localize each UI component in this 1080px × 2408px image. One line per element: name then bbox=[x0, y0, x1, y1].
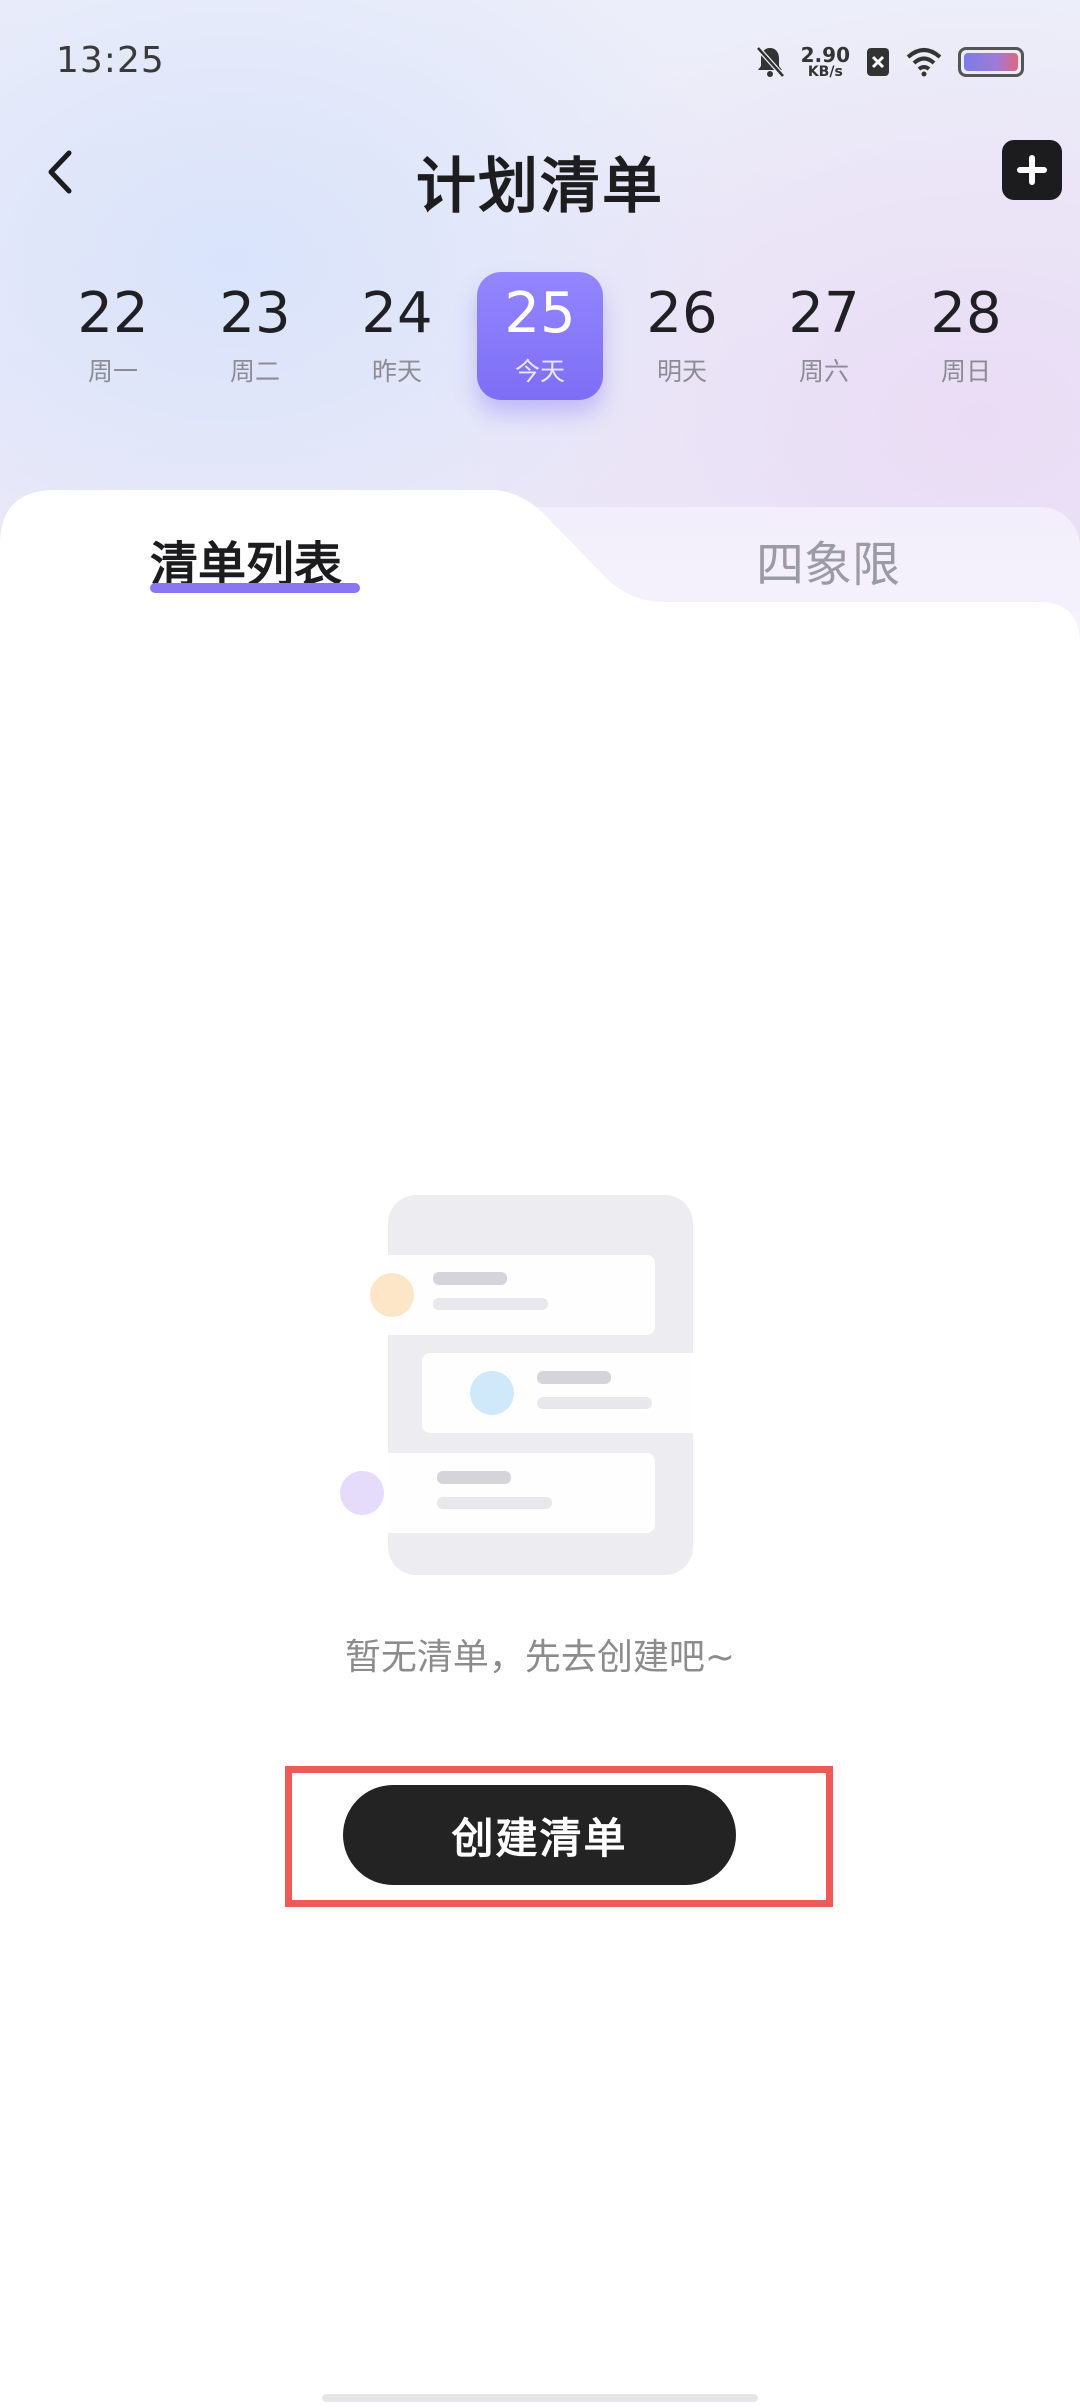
date-day: 28 bbox=[930, 281, 1002, 346]
date-strip: 22 周一 23 周二 24 昨天 25 今天 26 明天 27 周六 28 周… bbox=[0, 272, 1080, 412]
tab-bar: 清单列表 四象限 bbox=[0, 485, 1080, 685]
date-item-25-selected[interactable]: 25 今天 bbox=[477, 272, 603, 400]
battery-level bbox=[964, 53, 1018, 71]
page-title: 计划清单 bbox=[416, 152, 664, 222]
date-day: 25 bbox=[504, 281, 576, 346]
empty-state-message: 暂无清单，先去创建吧~ bbox=[344, 1637, 736, 1678]
date-item-27[interactable]: 27 周六 bbox=[761, 272, 887, 400]
date-weekday: 周一 bbox=[87, 357, 138, 386]
mute-icon bbox=[755, 45, 785, 79]
plus-icon bbox=[1017, 155, 1047, 185]
date-weekday: 周二 bbox=[229, 357, 280, 386]
date-day: 23 bbox=[219, 281, 291, 346]
empty-list-illustration bbox=[320, 1195, 757, 1575]
net-speed-unit: KB/s bbox=[807, 64, 843, 80]
date-item-24[interactable]: 24 昨天 bbox=[334, 272, 460, 400]
add-button[interactable] bbox=[1002, 140, 1062, 200]
date-weekday: 周日 bbox=[940, 357, 991, 386]
date-weekday: 昨天 bbox=[371, 357, 422, 386]
sim-error-icon bbox=[866, 47, 890, 77]
net-speed: 2.90 KB/s bbox=[801, 45, 850, 79]
wifi-icon bbox=[906, 47, 942, 77]
date-item-23[interactable]: 23 周二 bbox=[192, 272, 318, 400]
date-day: 24 bbox=[361, 281, 433, 346]
net-speed-value: 2.90 bbox=[800, 43, 850, 67]
home-indicator bbox=[322, 2394, 758, 2402]
status-icons: 2.90 KB/s bbox=[755, 40, 1024, 84]
date-weekday: 周六 bbox=[798, 357, 849, 386]
date-item-22[interactable]: 22 周一 bbox=[50, 272, 176, 400]
battery-icon bbox=[958, 47, 1024, 77]
date-day: 26 bbox=[646, 281, 718, 346]
date-weekday: 明天 bbox=[656, 357, 707, 386]
tab-active-indicator bbox=[150, 583, 360, 593]
status-time: 13:25 bbox=[56, 40, 165, 81]
date-day: 22 bbox=[77, 281, 149, 346]
date-day: 27 bbox=[788, 281, 860, 346]
date-item-26[interactable]: 26 明天 bbox=[619, 272, 745, 400]
status-bar: 13:25 2.90 KB/s bbox=[0, 0, 1080, 120]
nav-bar: 计划清单 bbox=[0, 120, 1080, 230]
tab-quadrant[interactable]: 四象限 bbox=[756, 525, 900, 595]
date-weekday: 今天 bbox=[514, 357, 565, 386]
create-list-button[interactable]: 创建清单 bbox=[343, 1785, 736, 1885]
date-item-28[interactable]: 28 周日 bbox=[903, 272, 1029, 400]
